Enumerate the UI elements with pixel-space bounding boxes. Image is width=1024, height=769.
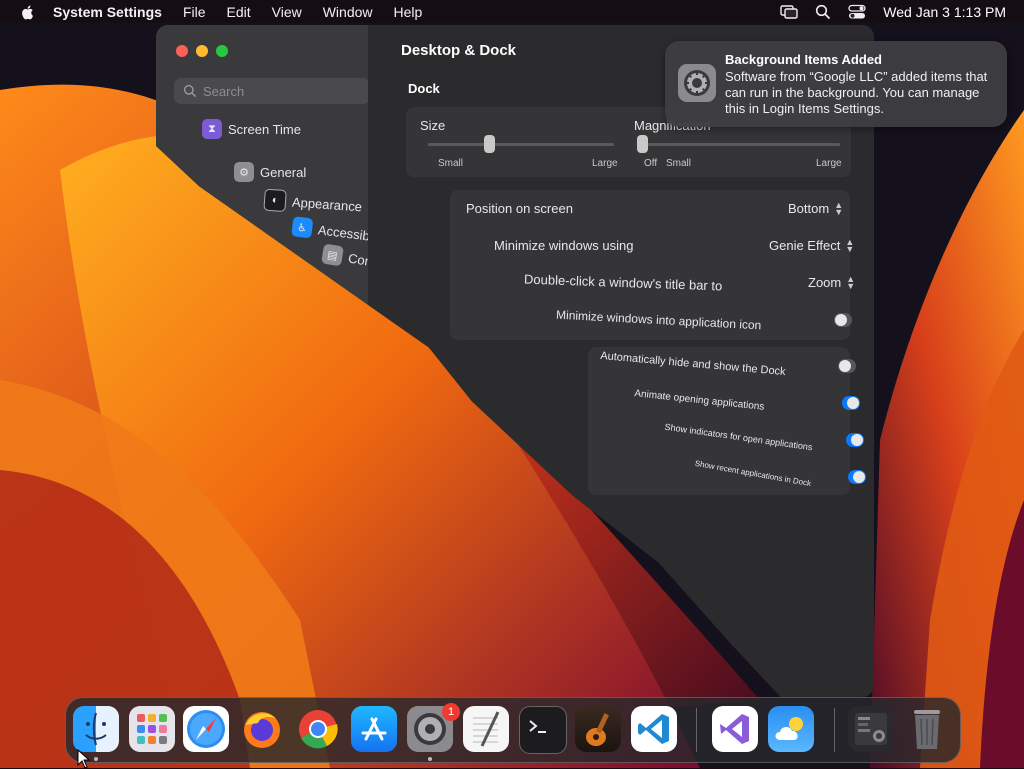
downloads-stack-icon[interactable] bbox=[848, 706, 894, 752]
settings-running-indicator bbox=[428, 757, 432, 761]
zoom-window-button[interactable] bbox=[216, 45, 228, 57]
chevron-updown-icon: ▲ ▼ bbox=[845, 236, 855, 254]
size-max-label: Large bbox=[592, 158, 618, 169]
app-menu[interactable]: System Settings bbox=[53, 4, 162, 20]
chrome-icon[interactable] bbox=[295, 706, 341, 752]
vscode-icon[interactable] bbox=[631, 706, 677, 752]
show-indicators-toggle[interactable] bbox=[846, 433, 864, 447]
minimize-effect-label: Minimize windows using bbox=[494, 238, 634, 253]
chevron-updown-icon: ▲ ▼ bbox=[834, 199, 844, 217]
gear-icon bbox=[678, 64, 716, 102]
control-center-icon: ▤ bbox=[321, 243, 344, 267]
view-menu[interactable]: View bbox=[272, 4, 302, 20]
trash-icon[interactable] bbox=[904, 706, 950, 752]
double-click-popup[interactable]: Zoom ▲ ▼ bbox=[808, 273, 856, 291]
magnification-slider-track[interactable] bbox=[640, 143, 840, 146]
visual-studio-icon[interactable] bbox=[712, 706, 758, 752]
safari-icon[interactable] bbox=[183, 706, 229, 752]
minimize-into-icon-toggle[interactable] bbox=[834, 313, 852, 327]
spotlight-search-icon[interactable] bbox=[813, 4, 833, 20]
gear-icon: ⚙ bbox=[234, 162, 254, 182]
dock-section-title: Dock bbox=[408, 81, 440, 96]
sidebar-item-label: General bbox=[260, 164, 307, 180]
control-center-icon[interactable] bbox=[847, 4, 867, 20]
sidebar-item-label: Appearance bbox=[291, 194, 363, 214]
help-menu[interactable]: Help bbox=[394, 4, 423, 20]
size-slider-knob[interactable] bbox=[484, 135, 495, 153]
close-window-button[interactable] bbox=[176, 45, 188, 57]
notification-body: Software from “Google LLC” added items t… bbox=[725, 69, 988, 116]
autohide-toggle[interactable] bbox=[838, 359, 856, 373]
magnification-min-label: Small bbox=[666, 158, 692, 169]
apple-menu-icon[interactable] bbox=[19, 3, 37, 21]
launchpad-icon[interactable] bbox=[129, 706, 175, 752]
notification-badge: 1 bbox=[442, 703, 460, 721]
position-value: Bottom bbox=[788, 201, 830, 216]
position-popup[interactable]: Bottom ▲ ▼ bbox=[788, 199, 844, 217]
menu-bar-clock[interactable]: Wed Jan 3 1:13 PM bbox=[883, 4, 1006, 20]
dock: 1 bbox=[65, 697, 961, 763]
terminal-icon[interactable] bbox=[519, 706, 567, 754]
magnification-slider-knob[interactable] bbox=[637, 135, 648, 153]
dock-separator bbox=[696, 708, 697, 752]
search-placeholder: Search bbox=[203, 83, 245, 99]
chevron-updown-icon: ▲ ▼ bbox=[846, 273, 856, 291]
size-min-label: Small bbox=[438, 158, 464, 169]
window-menu[interactable]: Window bbox=[323, 4, 373, 20]
search-icon bbox=[183, 84, 197, 98]
screen-mirroring-icon[interactable] bbox=[779, 4, 799, 20]
magnification-off-label: Off bbox=[644, 158, 658, 169]
menu-bar: System Settings File Edit View Window He… bbox=[0, 0, 1024, 23]
finder-icon[interactable] bbox=[73, 706, 119, 752]
accessibility-icon: ♿ bbox=[291, 216, 314, 239]
appearance-icon: ◐ bbox=[263, 188, 287, 213]
app-store-icon[interactable] bbox=[351, 706, 397, 752]
position-label: Position on screen bbox=[466, 201, 573, 216]
finder-running-indicator bbox=[94, 757, 98, 761]
double-click-value: Zoom bbox=[808, 275, 842, 290]
sidebar-item-screen-time[interactable]: ⧗ Screen Time bbox=[202, 119, 301, 139]
page-title: Desktop & Dock bbox=[401, 42, 517, 59]
weather-icon[interactable] bbox=[768, 706, 814, 752]
notification-banner[interactable]: Background Items Added Software from “Go… bbox=[665, 41, 1007, 127]
mouse-pointer-icon bbox=[77, 749, 91, 769]
size-slider-track[interactable] bbox=[428, 143, 614, 146]
minimize-window-button[interactable] bbox=[196, 45, 208, 57]
file-menu[interactable]: File bbox=[183, 4, 206, 20]
dock-separator bbox=[834, 708, 835, 752]
recent-apps-toggle[interactable] bbox=[848, 470, 866, 484]
sidebar-item-label: Screen Time bbox=[228, 121, 301, 137]
sidebar-item-appearance[interactable]: ◐ Appearance bbox=[263, 188, 363, 218]
hourglass-icon: ⧗ bbox=[202, 119, 222, 139]
magnification-max-label: Large bbox=[816, 158, 842, 169]
sidebar-search-field[interactable]: Search bbox=[174, 78, 370, 104]
edit-menu[interactable]: Edit bbox=[227, 4, 251, 20]
minimize-effect-popup[interactable]: Genie Effect ▲ ▼ bbox=[769, 236, 855, 254]
notification-title: Background Items Added bbox=[725, 52, 882, 67]
minimize-effect-value: Genie Effect bbox=[769, 238, 841, 253]
animate-apps-toggle[interactable] bbox=[842, 396, 860, 410]
sidebar-item-general[interactable]: ⚙ General bbox=[234, 162, 306, 182]
firefox-icon[interactable] bbox=[239, 706, 285, 752]
textedit-icon[interactable] bbox=[463, 706, 509, 752]
size-label: Size bbox=[420, 118, 446, 133]
garageband-icon[interactable] bbox=[575, 706, 621, 752]
